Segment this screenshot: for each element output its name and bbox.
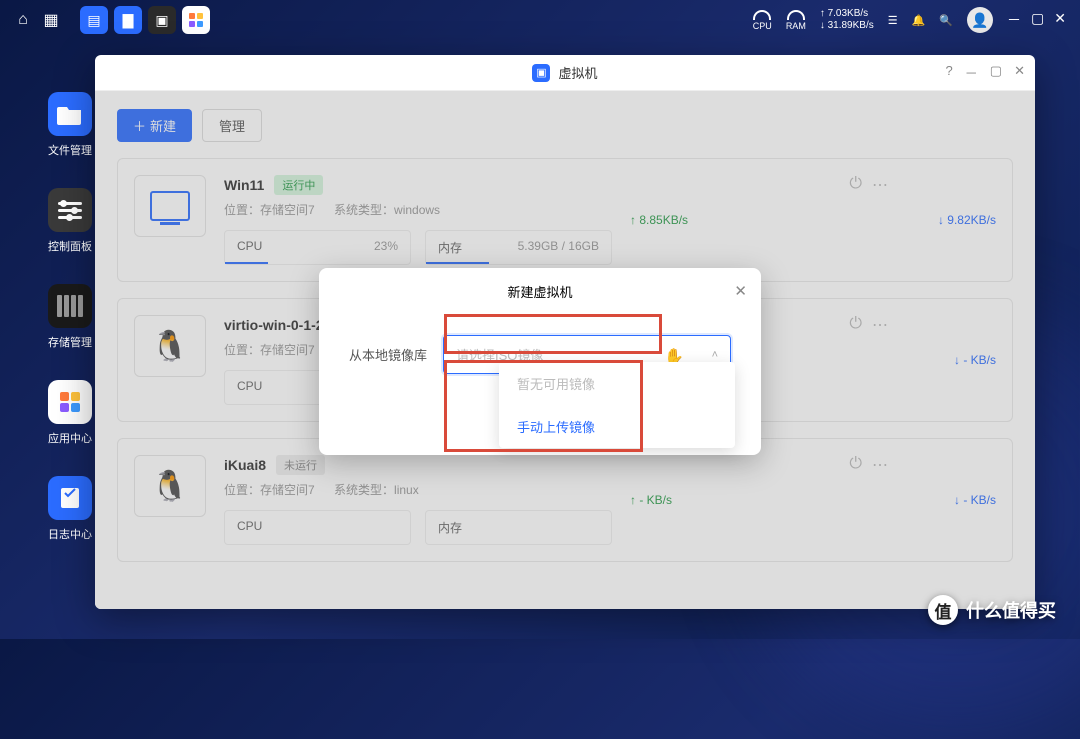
window-title-text: 虚拟机	[558, 63, 597, 82]
apps-grid-icon[interactable]: ▦	[42, 11, 60, 29]
manual-upload-option[interactable]: 手动上传镜像	[499, 405, 735, 448]
taskbar-app-files[interactable]: ▇	[114, 6, 142, 34]
dock-app-center[interactable]: 应用中心	[48, 380, 92, 446]
watermark: 值 什么值得买	[928, 595, 1056, 625]
dropdown-empty: 暂无可用镜像	[499, 362, 735, 405]
window-close-icon[interactable]: ✕	[1054, 10, 1066, 30]
iso-source-label: 从本地镜像库	[349, 345, 427, 364]
window-maximize-icon[interactable]: ▢	[1031, 10, 1044, 30]
inner-minimize-icon[interactable]: －	[965, 63, 978, 82]
app-icon: ▣	[532, 64, 550, 82]
bell-icon[interactable]: 🔔	[912, 14, 926, 27]
help-icon[interactable]: ?	[946, 63, 953, 82]
network-meter[interactable]: ↑ 7.03KB/s ↓ 31.89KB/s	[820, 8, 874, 32]
modal-close-icon[interactable]: ✕	[734, 282, 747, 300]
modal-title: 新建虚拟机	[507, 285, 572, 300]
dock-storage[interactable]: 存储管理	[48, 284, 92, 350]
menu-icon[interactable]: ☰	[888, 14, 898, 27]
inner-close-icon[interactable]: ✕	[1014, 63, 1025, 82]
iso-dropdown: 暂无可用镜像 手动上传镜像	[499, 362, 735, 448]
desktop-dock: 文件管理 控制面板 存储管理 应用中心 日志中心	[48, 92, 92, 542]
avatar[interactable]: 👤	[967, 7, 993, 33]
cpu-meter[interactable]: CPU	[753, 10, 772, 31]
inner-maximize-icon[interactable]: ▢	[990, 63, 1002, 82]
chevron-up-icon: ˄	[712, 349, 718, 361]
system-topbar: ⌂ ▦ ▤ ▇ ▣ CPU RAM ↑ 7.03KB/s ↓ 31.89KB/s…	[0, 0, 1080, 40]
ram-meter[interactable]: RAM	[786, 10, 806, 31]
window-minimize-icon[interactable]: －	[1007, 10, 1021, 30]
dock-file-manager[interactable]: 文件管理	[48, 92, 92, 158]
window-titlebar: ▣ 虚拟机 ? － ▢ ✕	[95, 55, 1035, 91]
dock-log-center[interactable]: 日志中心	[48, 476, 92, 542]
watermark-icon: 值	[928, 595, 958, 625]
taskbar-app-4[interactable]	[182, 6, 210, 34]
home-icon[interactable]: ⌂	[14, 11, 32, 29]
taskbar-app-terminal[interactable]: ▣	[148, 6, 176, 34]
taskbar-app-1[interactable]: ▤	[80, 6, 108, 34]
dock-control-panel[interactable]: 控制面板	[48, 188, 92, 254]
search-icon[interactable]: 🔍	[939, 14, 953, 27]
